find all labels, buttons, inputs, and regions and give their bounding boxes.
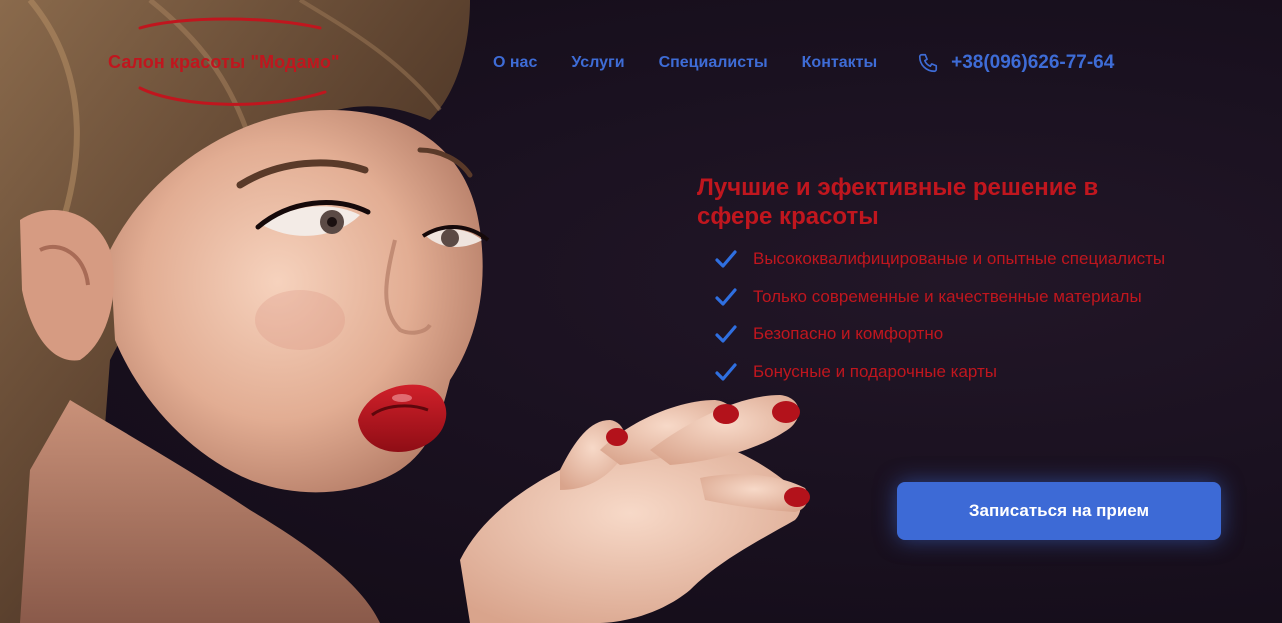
phone-number: +38(096)626-77-64 bbox=[951, 52, 1115, 73]
feature-text: Только современные и качественные матери… bbox=[753, 286, 1142, 306]
feature-text: Безопасно и комфортно bbox=[753, 324, 944, 344]
check-icon bbox=[715, 288, 737, 306]
main-nav: О нас Услуги Специалисты Контакты +38(09… bbox=[493, 52, 1114, 74]
nav-link-specialists[interactable]: Специалисты bbox=[659, 54, 768, 72]
logo-text: Салон красоты "Модамо" bbox=[108, 52, 340, 72]
nav-link-services[interactable]: Услуги bbox=[571, 54, 624, 72]
check-icon bbox=[715, 250, 737, 268]
list-item: Безопасно и комфортно bbox=[715, 321, 1165, 347]
phone-link[interactable]: +38(096)626-77-64 bbox=[917, 52, 1114, 74]
nav-link-contacts[interactable]: Контакты bbox=[802, 54, 877, 72]
check-icon bbox=[715, 363, 737, 381]
phone-icon bbox=[919, 53, 938, 73]
brand-logo[interactable]: Салон красоты "Модамо" bbox=[100, 14, 370, 110]
list-item: Высококвалифицированые и опытные специал… bbox=[715, 246, 1165, 272]
check-icon bbox=[715, 325, 737, 343]
list-item: Бонусные и подарочные карты bbox=[715, 359, 1165, 385]
feature-text: Высококвалифицированые и опытные специал… bbox=[753, 249, 1166, 268]
hero-headline: Лучшие и эфективные решение в сфере крас… bbox=[697, 174, 1099, 230]
feature-text: Бонусные и подарочные карты bbox=[753, 362, 998, 382]
feature-list: Высококвалифицированые и опытные специал… bbox=[715, 246, 1165, 397]
nav-link-about[interactable]: О нас bbox=[493, 54, 537, 72]
list-item: Только современные и качественные матери… bbox=[715, 284, 1165, 310]
landing-page: Салон красоты "Модамо" О нас Услуги Спец… bbox=[0, 0, 1282, 623]
book-appointment-button[interactable]: Записаться на прием bbox=[897, 482, 1221, 540]
